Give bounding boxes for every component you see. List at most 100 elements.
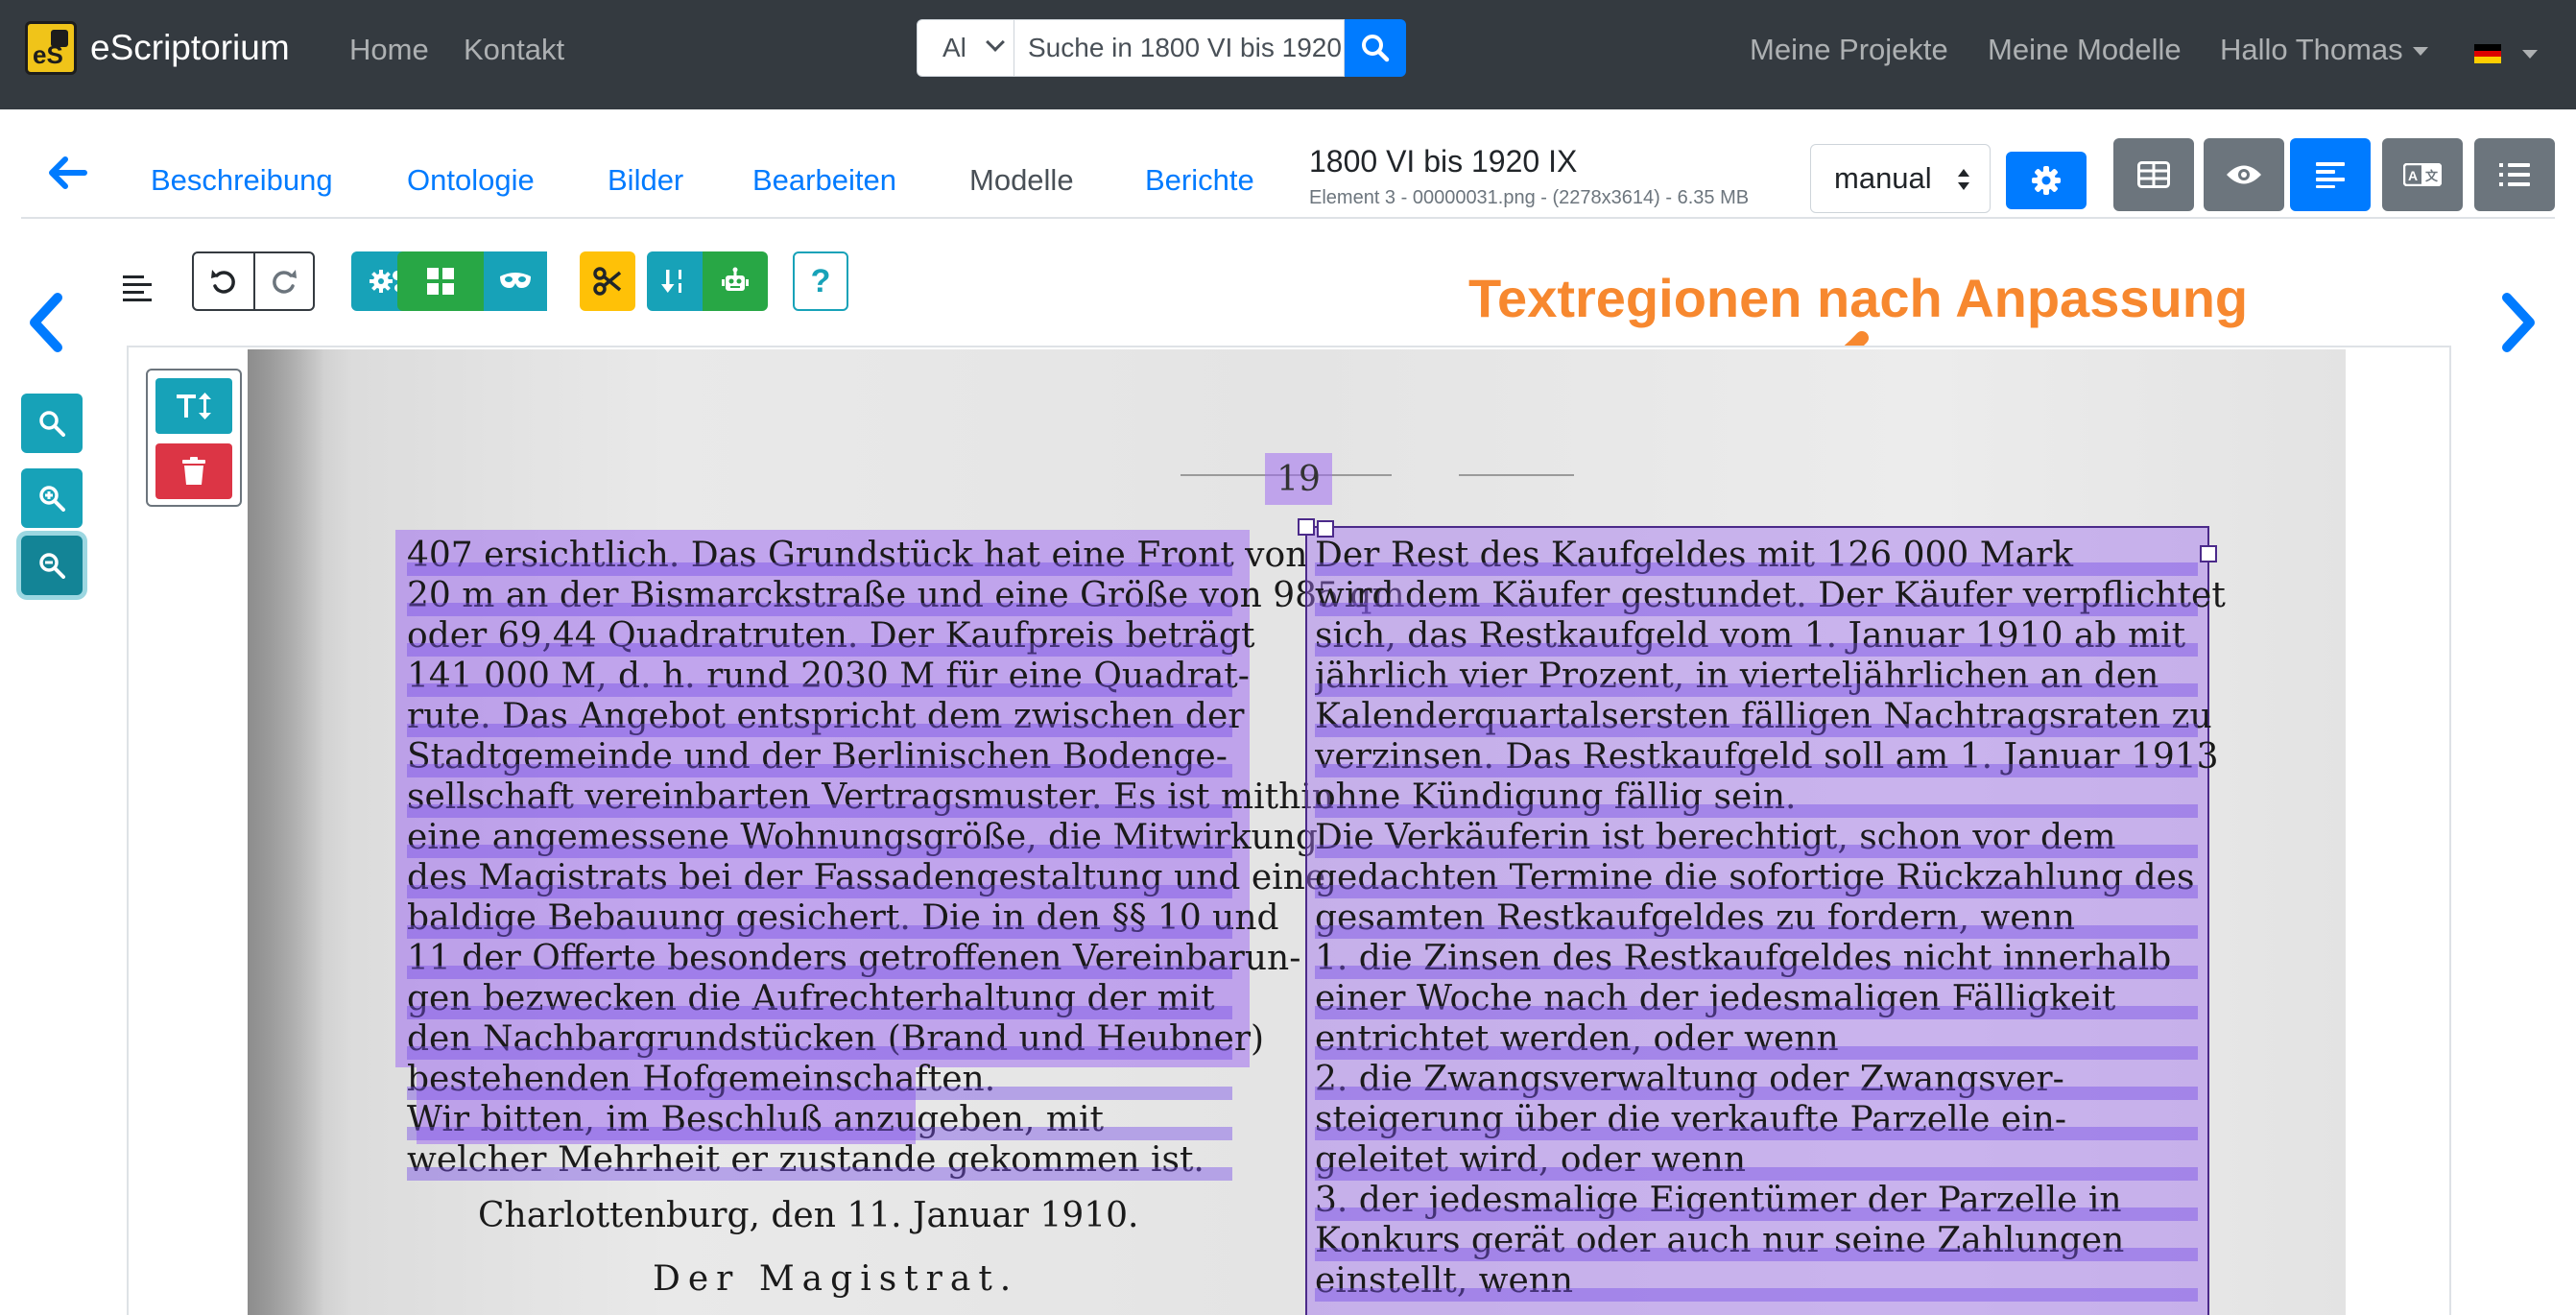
nav-link-kontakt[interactable]: Kontakt bbox=[464, 33, 564, 67]
text-line-baseline[interactable] bbox=[1315, 885, 2198, 898]
caret-down-icon bbox=[2412, 47, 2428, 57]
user-menu[interactable]: Hallo Thomas bbox=[2220, 33, 2428, 67]
text-line-baseline[interactable] bbox=[1315, 1006, 2198, 1019]
tab-beschreibung[interactable]: Beschreibung bbox=[151, 163, 333, 198]
zoom-reset-icon bbox=[39, 411, 65, 437]
text-line-baseline[interactable] bbox=[407, 1087, 1232, 1100]
region-handle[interactable] bbox=[1298, 518, 1315, 536]
delete-button[interactable] bbox=[155, 443, 232, 499]
lines-list-panel-toggle[interactable] bbox=[2474, 138, 2555, 211]
chevron-down-icon bbox=[986, 33, 1005, 52]
text-line-baseline[interactable] bbox=[1315, 603, 2198, 616]
tab-divider bbox=[21, 217, 2555, 219]
brand[interactable]: eS eScriptorium bbox=[25, 21, 290, 75]
trash-icon bbox=[182, 457, 205, 485]
text-line-baseline[interactable] bbox=[407, 1006, 1232, 1019]
search-icon bbox=[1362, 35, 1390, 62]
tab-bilder[interactable]: Bilder bbox=[608, 163, 683, 198]
escriptorium-logo-icon: eS bbox=[25, 21, 77, 75]
auto-transcribe-button[interactable] bbox=[703, 251, 768, 311]
text-line-baseline[interactable] bbox=[407, 1167, 1232, 1181]
tool-group-cut bbox=[580, 251, 635, 311]
visualisation-panel-toggle[interactable] bbox=[2204, 138, 2284, 211]
undo-button[interactable] bbox=[194, 253, 253, 309]
text-line-baseline[interactable] bbox=[1315, 1127, 2198, 1140]
page-number-region[interactable]: 19 bbox=[1265, 453, 1332, 505]
text-line-baseline[interactable] bbox=[1315, 562, 2198, 576]
next-page-button[interactable] bbox=[2499, 292, 2540, 358]
text-line-baseline[interactable] bbox=[407, 603, 1232, 616]
text-line-baseline[interactable] bbox=[1315, 1167, 2198, 1181]
text-line-baseline[interactable] bbox=[1315, 724, 2198, 737]
chevron-left-icon bbox=[30, 293, 62, 352]
text-line-baseline[interactable] bbox=[407, 683, 1232, 697]
text-line-baseline[interactable] bbox=[1315, 764, 2198, 777]
nav-link-meine-projekte[interactable]: Meine Projekte bbox=[1750, 33, 1948, 67]
text-line-baseline[interactable] bbox=[1315, 925, 2198, 939]
text-line-baseline[interactable] bbox=[407, 804, 1232, 818]
brand-name: eScriptorium bbox=[90, 28, 290, 67]
text-direction-icon bbox=[177, 393, 211, 419]
grid-icon bbox=[427, 268, 454, 295]
text-line-baseline[interactable] bbox=[1315, 845, 2198, 858]
text-line-baseline[interactable] bbox=[1315, 1288, 2198, 1302]
gear-icon bbox=[2032, 166, 2061, 195]
text-line-baseline[interactable] bbox=[407, 764, 1232, 777]
segmentation-panel-toggle[interactable] bbox=[2113, 138, 2194, 211]
text-line-baseline[interactable] bbox=[407, 1046, 1232, 1060]
tab-bearbeiten[interactable]: Bearbeiten bbox=[752, 163, 896, 198]
zoom-in-icon bbox=[39, 486, 65, 512]
image-viewer[interactable]: 19 407 ersichtlich. Das Grundstück hat e… bbox=[127, 346, 2451, 1315]
zoom-in-button[interactable] bbox=[21, 468, 83, 528]
mode-select[interactable]: manual bbox=[1810, 144, 1991, 213]
search-form: Al Suche in 1800 VI bis 1920 IX bbox=[917, 19, 1406, 77]
text-line-baseline[interactable] bbox=[407, 966, 1232, 979]
masks-mode-button[interactable] bbox=[484, 251, 547, 311]
back-button[interactable] bbox=[46, 154, 88, 197]
chevron-right-icon bbox=[2502, 293, 2535, 352]
text-line-baseline[interactable] bbox=[1315, 683, 2198, 697]
translation-panel-toggle[interactable]: A文 bbox=[2382, 138, 2463, 211]
reorder-button[interactable] bbox=[647, 251, 703, 311]
text-line-baseline[interactable] bbox=[407, 885, 1232, 898]
panel-lines-icon bbox=[123, 259, 152, 317]
tab-modelle[interactable]: Modelle bbox=[969, 163, 1074, 198]
text-line-baseline[interactable] bbox=[1315, 804, 2198, 818]
settings-button[interactable] bbox=[2006, 152, 2087, 209]
mask-icon bbox=[500, 273, 531, 288]
nav-link-meine-modelle[interactable]: Meine Modelle bbox=[1988, 33, 2182, 67]
tab-ontologie[interactable]: Ontologie bbox=[407, 163, 535, 198]
previous-page-button[interactable] bbox=[25, 292, 65, 358]
redo-button[interactable] bbox=[252, 253, 313, 309]
cut-button[interactable] bbox=[580, 251, 635, 311]
flag-de-icon[interactable] bbox=[2474, 44, 2501, 64]
zoom-out-button[interactable] bbox=[21, 536, 83, 595]
regions-mode-button[interactable] bbox=[397, 251, 484, 311]
text-line-baseline[interactable] bbox=[1315, 1248, 2198, 1261]
diplomatic-panel-toggle[interactable] bbox=[2290, 138, 2371, 211]
text-line-baseline[interactable] bbox=[407, 845, 1232, 858]
lines-icon bbox=[123, 275, 152, 301]
language-caret-icon[interactable] bbox=[2522, 50, 2538, 59]
text-line-baseline[interactable] bbox=[407, 643, 1232, 657]
text-line-baseline[interactable] bbox=[1315, 643, 2198, 657]
zoom-reset-button[interactable] bbox=[21, 394, 83, 453]
text-line-baseline[interactable] bbox=[407, 1127, 1232, 1140]
search-input[interactable]: Suche in 1800 VI bis 1920 IX bbox=[1014, 19, 1345, 77]
text-line-baseline[interactable] bbox=[1315, 1087, 2198, 1100]
svg-text:A: A bbox=[2408, 168, 2418, 183]
search-button[interactable] bbox=[1345, 19, 1406, 77]
nav-link-home[interactable]: Home bbox=[349, 33, 429, 67]
arrow-left-icon bbox=[49, 156, 87, 189]
tab-berichte[interactable]: Berichte bbox=[1145, 163, 1254, 198]
text-line-baseline[interactable] bbox=[1315, 1046, 2198, 1060]
text-direction-button[interactable] bbox=[155, 378, 232, 434]
text-line-baseline[interactable] bbox=[407, 562, 1232, 576]
annotation-label: Textregionen nach Anpassung bbox=[1468, 268, 2249, 328]
text-line-baseline[interactable] bbox=[1315, 966, 2198, 979]
text-line-baseline[interactable] bbox=[407, 724, 1232, 737]
search-scope-select[interactable]: Al bbox=[917, 19, 1014, 77]
text-line-baseline[interactable] bbox=[407, 925, 1232, 939]
help-button[interactable]: ? bbox=[793, 251, 848, 311]
text-line-baseline[interactable] bbox=[1315, 1207, 2198, 1221]
